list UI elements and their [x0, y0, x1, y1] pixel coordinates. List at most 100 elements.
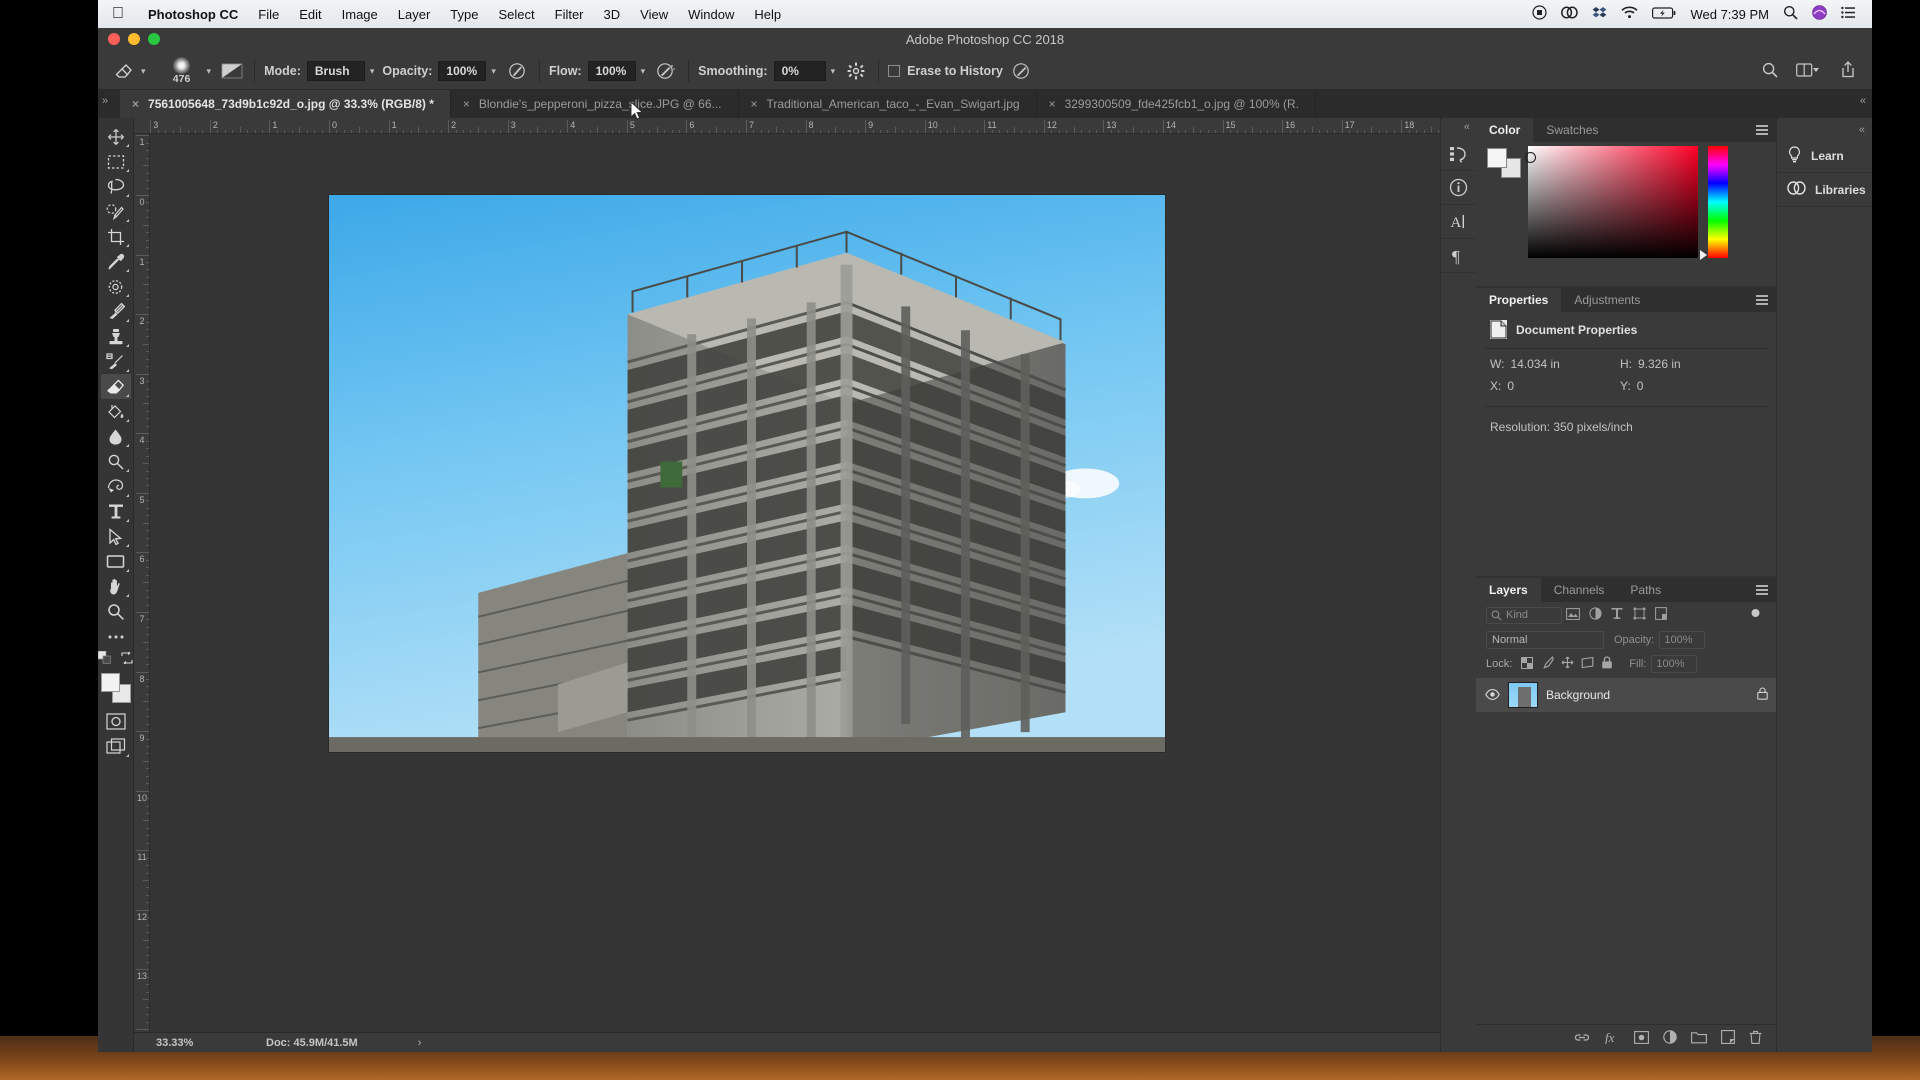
- layer-filter-kind-select[interactable]: Kind: [1486, 606, 1562, 624]
- tab-swatches[interactable]: Swatches: [1533, 118, 1611, 142]
- height-value[interactable]: 9.326 in: [1638, 357, 1681, 371]
- close-tab-icon[interactable]: ×: [463, 97, 470, 111]
- layer-opacity-value[interactable]: 100%: [1659, 631, 1706, 649]
- filter-pixel-icon[interactable]: [1562, 607, 1584, 623]
- menu-item-view[interactable]: View: [630, 7, 678, 22]
- search-icon[interactable]: [1762, 62, 1778, 81]
- filter-shape-icon[interactable]: [1628, 607, 1650, 623]
- resolution-row[interactable]: Resolution: 350 pixels/inch: [1476, 407, 1776, 434]
- dock-button-learn[interactable]: Learn: [1777, 139, 1872, 173]
- layers-panel-menu-icon[interactable]: [1756, 585, 1768, 597]
- swap-colors-icon[interactable]: [121, 650, 133, 669]
- tab-paths[interactable]: Paths: [1617, 578, 1674, 602]
- collapse-right-panels-icon[interactable]: «: [1860, 95, 1866, 107]
- tool-history-brush[interactable]: [101, 349, 131, 374]
- menu-item-select[interactable]: Select: [488, 7, 544, 22]
- tool-eraser[interactable]: [100, 374, 131, 399]
- lock-position-icon[interactable]: [1557, 656, 1577, 672]
- menu-item-layer[interactable]: Layer: [388, 7, 441, 22]
- tab-properties[interactable]: Properties: [1476, 288, 1562, 312]
- brush-picker-chevron-icon[interactable]: ▾: [207, 66, 212, 77]
- creative-cloud-icon[interactable]: [1561, 5, 1579, 23]
- menu-item-photoshop-cc[interactable]: Photoshop CC: [138, 7, 248, 22]
- width-value[interactable]: 14.034 in: [1510, 357, 1559, 371]
- tool-pen[interactable]: [101, 474, 131, 499]
- y-value[interactable]: 0: [1637, 379, 1644, 393]
- document-tab-2[interactable]: × Traditional_American_taco_-_Evan_Swiga…: [738, 90, 1037, 118]
- paragraph-panel-icon[interactable]: ¶: [1441, 239, 1476, 273]
- tool-lasso[interactable]: [101, 174, 131, 199]
- screen-record-icon[interactable]: [1532, 5, 1548, 23]
- brush-preset-icon[interactable]: [219, 59, 245, 83]
- lock-all-icon[interactable]: [1597, 656, 1617, 672]
- menubar-clock[interactable]: Wed 7:39 PM: [1690, 7, 1769, 22]
- delete-layer-icon[interactable]: [1749, 1030, 1762, 1047]
- tool-hand[interactable]: [101, 574, 131, 599]
- properties-panel-menu-icon[interactable]: [1756, 295, 1768, 307]
- wifi-icon[interactable]: [1621, 6, 1639, 22]
- screen-mode-icon[interactable]: [101, 734, 131, 759]
- menu-item-file[interactable]: File: [248, 7, 289, 22]
- menu-item-window[interactable]: Window: [678, 7, 744, 22]
- character-panel-icon[interactable]: A: [1441, 205, 1476, 239]
- brush-size-picker[interactable]: 476: [162, 57, 202, 85]
- mode-chevron-icon[interactable]: ▾: [370, 66, 375, 77]
- eraser-tool-icon[interactable]: [110, 59, 136, 83]
- tool-move[interactable]: [101, 124, 131, 149]
- menu-item-3d[interactable]: 3D: [594, 7, 631, 22]
- close-tab-icon[interactable]: ×: [132, 97, 139, 111]
- tool-paint-bucket[interactable]: [101, 399, 131, 424]
- spotlight-search-icon[interactable]: [1783, 5, 1798, 23]
- smoothing-input[interactable]: 0%: [773, 61, 826, 81]
- history-panel-icon[interactable]: [1441, 137, 1476, 171]
- hue-strip-marker[interactable]: [1700, 250, 1707, 260]
- tool-quick-selection[interactable]: [101, 199, 131, 224]
- fill-value[interactable]: 100%: [1651, 655, 1698, 673]
- menu-item-help[interactable]: Help: [744, 7, 791, 22]
- apple-logo-icon[interactable]: : [112, 6, 124, 22]
- gear-icon[interactable]: [843, 59, 869, 83]
- tool-blur[interactable]: [101, 424, 131, 449]
- close-tab-icon[interactable]: ×: [1049, 97, 1056, 111]
- eraser-preset-chevron-icon[interactable]: ▾: [141, 66, 146, 77]
- status-bar-menu-icon[interactable]: ›: [418, 1037, 422, 1049]
- filter-type-icon[interactable]: [1606, 607, 1628, 623]
- layer-thumbnail[interactable]: [1508, 682, 1538, 708]
- filter-smart-object-icon[interactable]: [1650, 607, 1672, 623]
- tool-path-selection[interactable]: [101, 524, 131, 549]
- dock-button-libraries[interactable]: Libraries: [1777, 173, 1872, 207]
- document-tab-1[interactable]: × Blondie's_pepperoni_pizza_slice.JPG @ …: [450, 90, 739, 118]
- quick-mask-mode-icon[interactable]: [101, 709, 131, 734]
- flow-chevron-icon[interactable]: ▾: [641, 66, 646, 77]
- opacity-chevron-icon[interactable]: ▾: [491, 66, 496, 77]
- foreground-color-swatch[interactable]: [100, 673, 120, 692]
- document-canvas[interactable]: [329, 195, 1165, 752]
- airbrush-icon[interactable]: [653, 59, 679, 83]
- link-layers-icon[interactable]: [1574, 1031, 1590, 1046]
- flow-input[interactable]: 100%: [587, 61, 636, 81]
- lock-transparency-icon[interactable]: [1517, 656, 1537, 672]
- siri-icon[interactable]: [1812, 5, 1827, 23]
- tool-spot-healing-brush[interactable]: [101, 274, 131, 299]
- adjustment-layer-icon[interactable]: [1663, 1030, 1677, 1047]
- lock-artboard-icon[interactable]: [1577, 656, 1597, 672]
- document-tab-0[interactable]: × 7561005648_73d9b1c92d_o.jpg @ 33.3% (R…: [120, 90, 451, 118]
- tool-rectangle[interactable]: [101, 549, 131, 574]
- mode-select[interactable]: Brush: [306, 61, 365, 81]
- collapse-left-panels-icon[interactable]: »: [102, 95, 108, 107]
- dropbox-icon[interactable]: [1592, 6, 1607, 23]
- info-panel-icon[interactable]: [1441, 171, 1476, 205]
- filter-enable-toggle-icon[interactable]: [1744, 607, 1766, 623]
- foreground-color-chip[interactable]: [1487, 148, 1507, 168]
- color-panel-menu-icon[interactable]: [1756, 125, 1768, 137]
- hue-strip[interactable]: [1708, 146, 1728, 258]
- new-group-icon[interactable]: [1691, 1031, 1707, 1047]
- erase-to-history-checkbox[interactable]: [888, 65, 901, 77]
- layer-style-fx-icon[interactable]: fx: [1604, 1030, 1620, 1047]
- tab-adjustments[interactable]: Adjustments: [1561, 288, 1653, 312]
- layer-name[interactable]: Background: [1546, 688, 1749, 702]
- menu-item-filter[interactable]: Filter: [545, 7, 594, 22]
- document-tab-3[interactable]: × 3299300509_fde425fcb1_o.jpg @ 100% (R.: [1036, 90, 1316, 118]
- notification-center-icon[interactable]: [1841, 6, 1856, 22]
- color-field-marker[interactable]: [1525, 152, 1536, 163]
